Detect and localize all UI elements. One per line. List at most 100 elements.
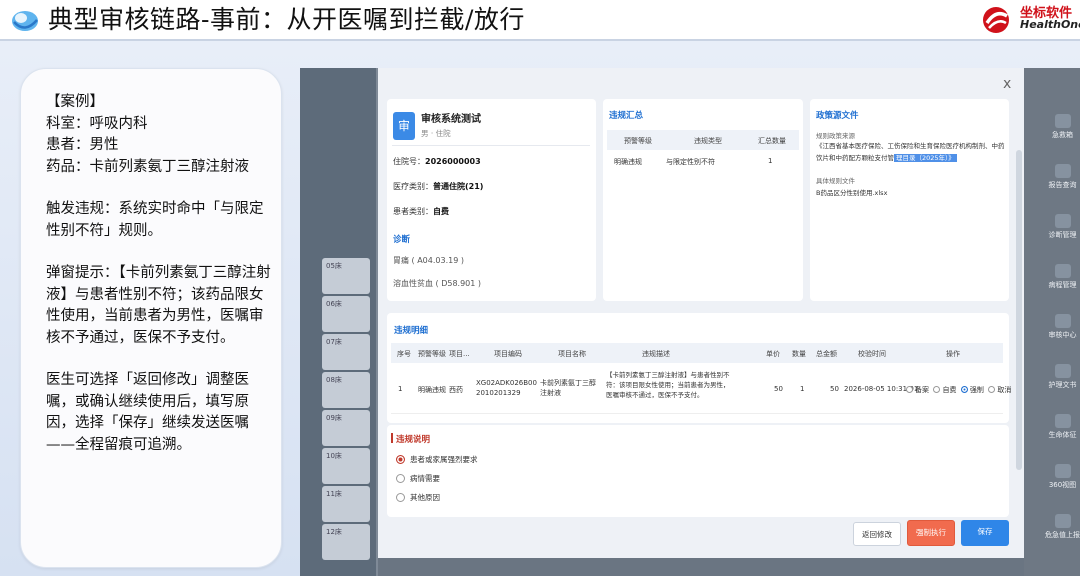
detail-cell-desc: 【卡前列素氨丁三醇注射液】与患者性别不符：该项目限女性使用；当前患者为男性，医嘱… (606, 371, 730, 399)
tool-icon (1054, 314, 1071, 328)
case-heading: 【案例】 (46, 94, 104, 110)
detail-header: 单价 (766, 350, 780, 358)
tool-label: 急救箱 (1052, 131, 1073, 139)
detail-cell-qty: 1 (800, 385, 805, 393)
tool-label: 生命体征 (1048, 431, 1077, 439)
diagnosis-title: 诊断 (393, 235, 411, 245)
detail-title: 违规明细 (394, 326, 429, 336)
back-edit-button[interactable]: 返回修改 (853, 522, 901, 546)
bottom-toolbar (378, 558, 1024, 576)
reason-option-request[interactable]: 患者或家属强烈要求 (396, 454, 478, 465)
summary-cell: 1 (768, 157, 773, 165)
op-radio-force[interactable]: 强制 (960, 386, 984, 394)
summary-header: 违规类型 (694, 137, 722, 145)
slide-title: 典型审核链路-事前：从开医嘱到拦截/放行 (48, 5, 525, 34)
detail-cell-code: XG02ADK026B002010201329 (476, 379, 537, 397)
policy-file-label: 具体规则文件 (816, 177, 855, 185)
patient-gender: 男 · 住院 (421, 129, 451, 138)
detail-cell-level: 明确违规 (418, 386, 446, 394)
detail-header: 校验时间 (858, 350, 886, 358)
patient-panel (387, 99, 596, 301)
detail-header: 预警等级 (418, 350, 446, 358)
case-dept: 科室：呼吸内科 (46, 115, 148, 132)
tool-label: 诊断管理 (1048, 231, 1077, 239)
radio-selected-icon (396, 455, 405, 464)
close-icon[interactable]: x (1003, 76, 1011, 92)
detail-header: 项目... (449, 350, 470, 358)
detail-header: 项目名称 (558, 350, 586, 358)
header-divider (0, 39, 1080, 41)
bg-tool-item: 危急值上报 (1045, 510, 1080, 544)
reason-option-condition[interactable]: 病情需要 (396, 473, 440, 484)
tool-label: 审核中心 (1048, 331, 1077, 339)
radio-icon (988, 386, 996, 393)
radio-selected-icon (960, 386, 968, 393)
bg-patient-item: 06床 (322, 296, 370, 332)
summary-cell: 明确违规 (614, 158, 642, 166)
case-trace: ——全程留痕可追溯。 (46, 436, 191, 453)
summary-header: 预警等级 (624, 137, 652, 145)
tool-icon (1054, 464, 1071, 478)
case-doctor-options: 医生可选择「返回修改」调整医嘱，或确认继续使用后，填写原因，选择「保存」继续发送… (46, 372, 249, 431)
detail-op-group: 备案 自费 强制 取消 (906, 385, 1011, 395)
tool-icon (1054, 414, 1071, 428)
tool-label: 危急值上报 (1045, 531, 1080, 539)
diagnosis-item: 胃痛 ( A04.03.19 ) (393, 256, 464, 265)
detail-header: 操作 (946, 350, 960, 358)
divider (392, 145, 590, 146)
bg-patient-item: 08床 (322, 372, 370, 408)
detail-header: 序号 (397, 350, 411, 358)
summary-header: 汇总数量 (758, 137, 786, 145)
radio-icon (906, 386, 913, 393)
radio-icon (396, 493, 405, 502)
bg-tool-item: 病程管理 (1045, 260, 1080, 294)
force-execute-button[interactable]: 强制执行 (907, 520, 955, 546)
save-button[interactable]: 保存 (961, 520, 1009, 546)
policy-title: 政策源文件 (816, 111, 859, 121)
reason-option-other[interactable]: 其他原因 (396, 492, 440, 503)
policy-highlight: 理目录（2025年）》 (894, 154, 957, 162)
tool-label: 报告查询 (1048, 181, 1077, 189)
policy-file-link[interactable]: B药品区分性别使用.xlsx (816, 187, 887, 197)
radio-icon (933, 386, 941, 393)
summary-title: 违规汇总 (609, 111, 644, 121)
detail-header: 项目编码 (494, 350, 522, 358)
tool-label: 护理文书 (1048, 381, 1077, 389)
dialog-scrollbar[interactable] (1016, 150, 1022, 470)
tool-icon (1054, 514, 1071, 528)
bg-patient-item: 07床 (322, 334, 370, 370)
bg-patient-item: 10床 (322, 448, 370, 484)
patient-name: 审核系统测试 (421, 114, 481, 125)
op-radio-selfpay[interactable]: 自费 (933, 386, 956, 394)
detail-cell-category: 西药 (449, 386, 463, 394)
tool-icon (1054, 114, 1071, 128)
brand-name-en: HealthOne (1020, 18, 1080, 31)
tool-label: 360视图 (1048, 481, 1077, 489)
violation-reason-panel (387, 425, 1009, 517)
patient-avatar: 审 (393, 112, 415, 140)
detail-cell-no: 1 (398, 385, 403, 393)
logo-icon (12, 11, 38, 31)
detail-header: 总金额 (816, 350, 837, 358)
reason-title: 违规说明 (396, 435, 431, 445)
op-radio-filing[interactable]: 备案 (906, 386, 929, 394)
bg-tool-item: 护理文书 (1045, 360, 1080, 394)
case-popup: 弹窗提示：【卡前列素氨丁三醇注射液】与患者性别不符；该药品限女性使用，当前患者为… (46, 265, 271, 346)
tool-icon (1054, 264, 1071, 278)
detail-table-header (391, 343, 1003, 363)
detail-cell-price: 50 (774, 385, 783, 393)
tool-icon (1054, 214, 1071, 228)
op-radio-cancel[interactable]: 取消 (988, 386, 1011, 394)
bg-patient-item: 05床 (322, 258, 370, 294)
detail-cell-name: 卡前列素氨丁三醇注射液 (540, 379, 596, 397)
summary-cell: 与限定性别不符 (666, 158, 715, 166)
bg-tool-item: 审核中心 (1045, 310, 1080, 344)
detail-header: 数量 (792, 350, 806, 358)
case-trigger: 触发违规：系统实时命中「与限定性别不符」规则。 (46, 201, 264, 239)
detail-cell-total: 50 (830, 385, 839, 393)
bg-tool-item: 诊断管理 (1045, 210, 1080, 244)
bg-patient-item: 09床 (322, 410, 370, 446)
diagnosis-item: 溶血性贫血 ( D58.901 ) (393, 279, 482, 288)
case-description: 【案例】 科室：呼吸内科 患者：男性 药品：卡前列素氨丁三醇注射液 触发违规：系… (46, 92, 274, 456)
tool-icon (1054, 364, 1071, 378)
